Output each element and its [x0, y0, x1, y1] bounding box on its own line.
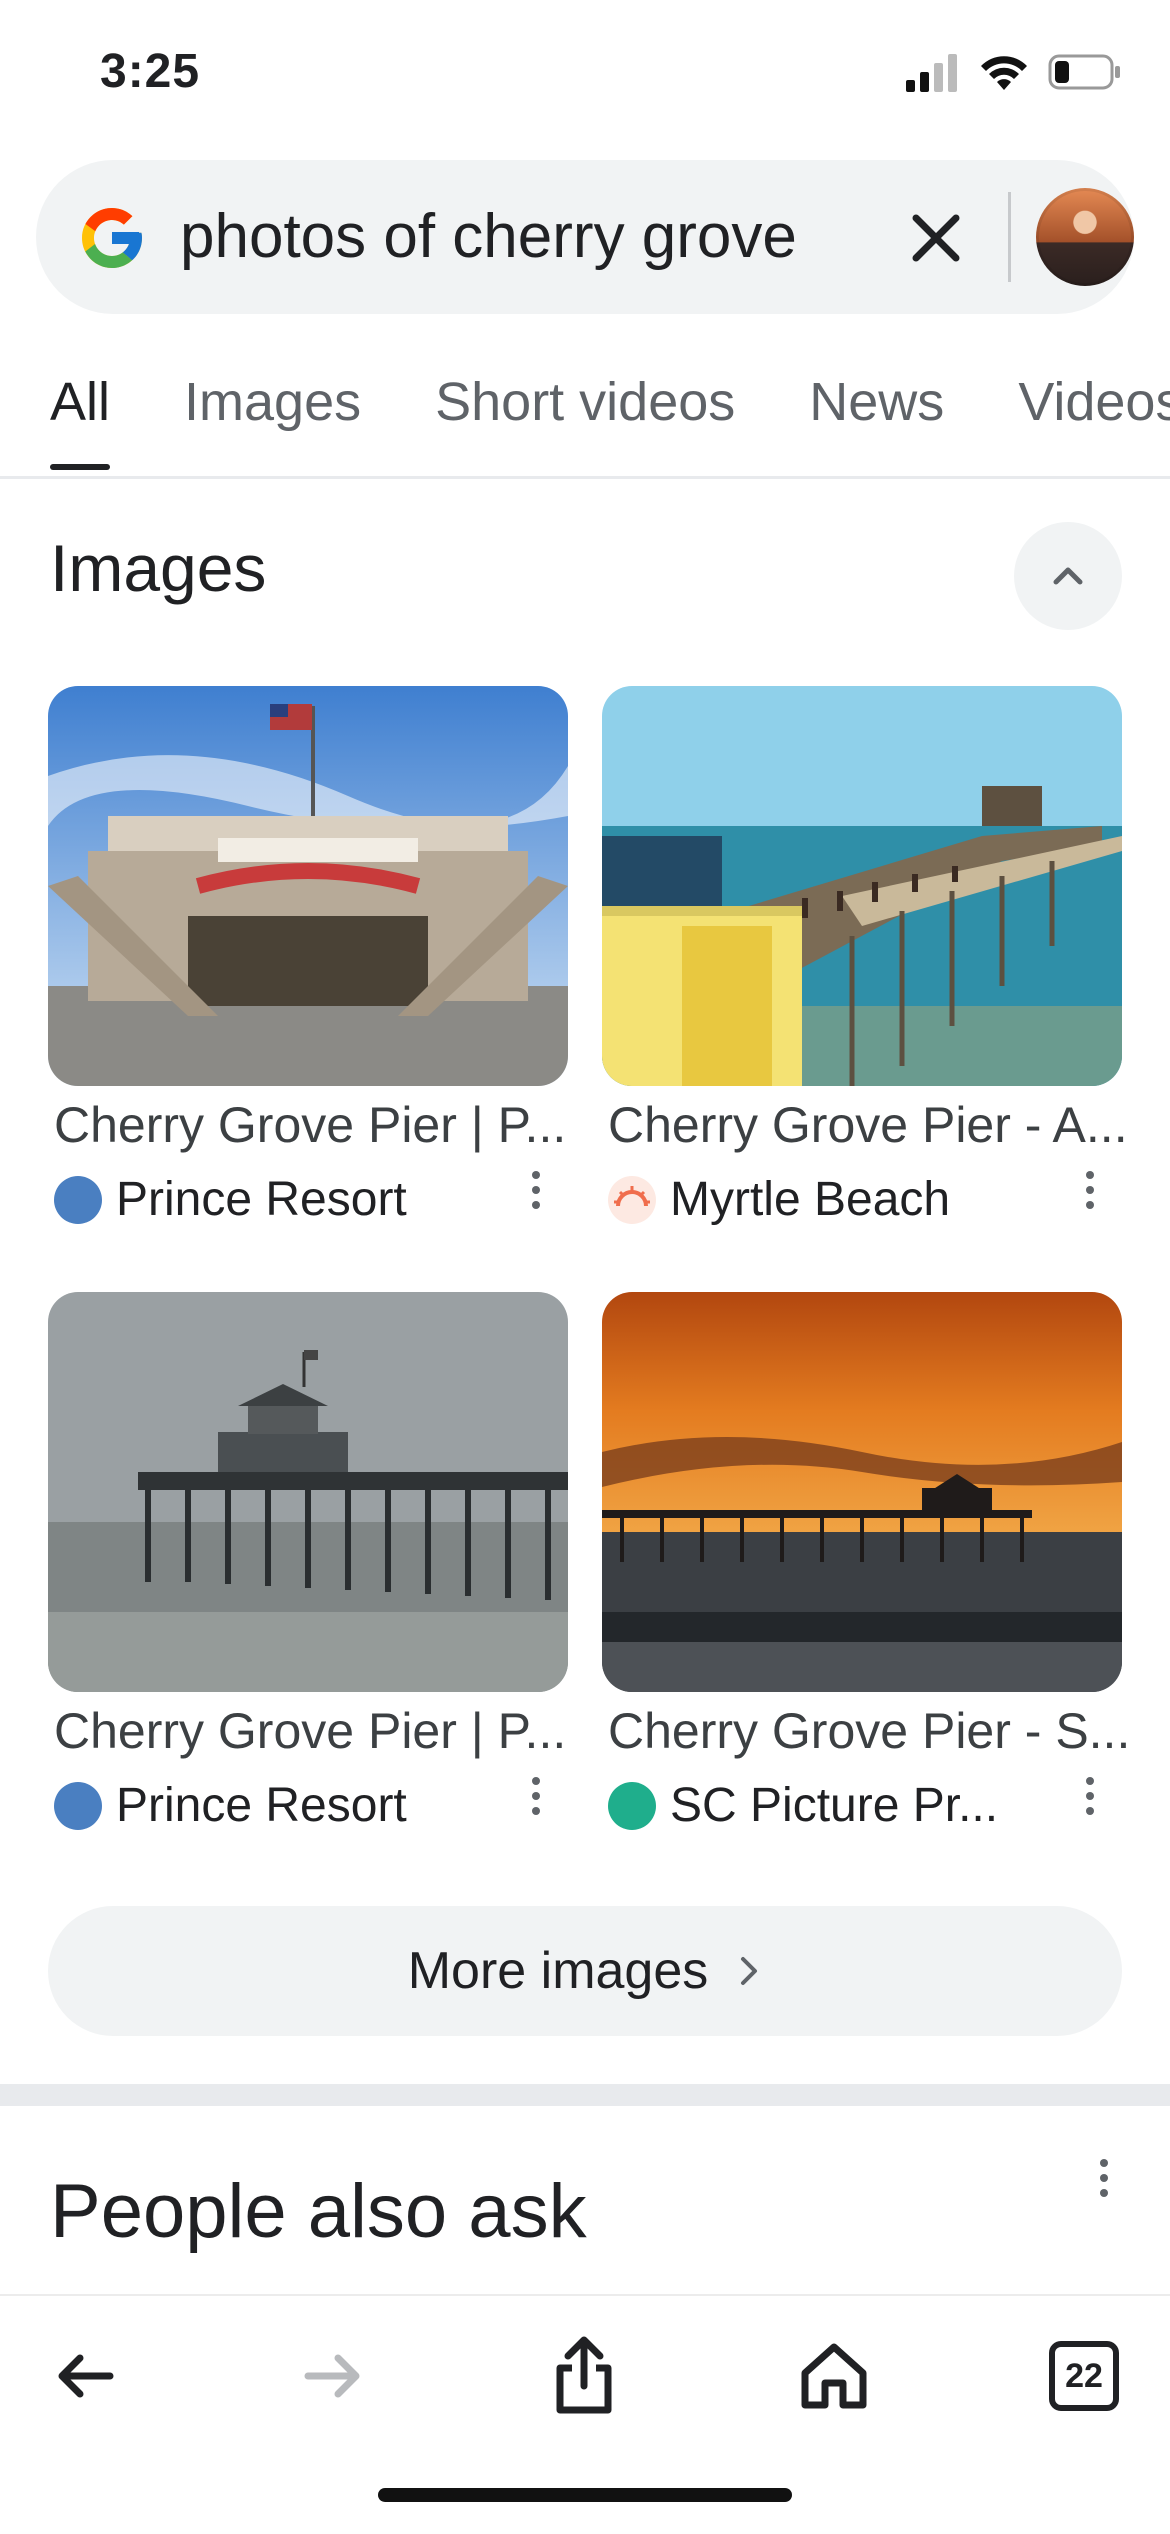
more-images-button[interactable]: More images	[48, 1906, 1122, 2036]
image-result-thumbnail[interactable]	[602, 686, 1122, 1086]
search-divider	[1008, 192, 1011, 282]
tab-news[interactable]: News	[809, 360, 944, 460]
more-options-button[interactable]	[1070, 1160, 1110, 1220]
battery-icon	[1048, 54, 1120, 90]
image-caption[interactable]: Cherry Grove Pier - A...	[608, 1096, 1128, 1154]
more-options-button[interactable]	[516, 1160, 556, 1220]
status-time: 3:25	[100, 45, 201, 98]
sc-picture-favicon-icon	[608, 1781, 656, 1830]
people-also-ask-options-button[interactable]	[1084, 2148, 1124, 2208]
home-button[interactable]	[784, 2326, 884, 2426]
more-options-button[interactable]	[1070, 1766, 1110, 1826]
close-icon	[912, 214, 960, 262]
clear-search-button[interactable]	[898, 200, 974, 276]
chevron-up-icon	[1053, 567, 1083, 585]
search-input[interactable]: photos of cherry grove	[180, 160, 870, 314]
account-avatar[interactable]	[1036, 188, 1134, 286]
share-icon	[556, 2336, 612, 2414]
image-result-thumbnail[interactable]	[602, 1292, 1122, 1692]
image-source-label: SC Picture Pr...	[670, 1779, 999, 1832]
home-icon	[801, 2343, 867, 2409]
prince-resort-favicon-icon	[54, 1781, 102, 1830]
more-images-label: More images	[407, 1942, 709, 2000]
more-options-button[interactable]	[516, 1766, 556, 1826]
image-result-thumbnail[interactable]	[48, 686, 568, 1086]
home-indicator	[378, 2488, 792, 2502]
image-source-label: Prince Resort	[116, 1779, 407, 1832]
pier-building-photo	[48, 686, 568, 1086]
collapse-images-button[interactable]	[1014, 522, 1122, 630]
myrtle-beach-favicon-icon	[608, 1175, 656, 1224]
pier-yellow-building-photo	[602, 686, 1122, 1086]
chevron-right-icon	[741, 1957, 758, 1985]
image-source-label: Myrtle Beach	[670, 1173, 951, 1226]
image-caption[interactable]: Cherry Grove Pier - S...	[608, 1702, 1130, 1760]
cellular-signal-icon	[906, 54, 957, 92]
section-separator	[0, 2084, 1170, 2106]
arrow-left-icon	[58, 2354, 114, 2398]
image-caption[interactable]: Cherry Grove Pier | P...	[54, 1702, 566, 1760]
search-tabs: All Images Short videos News Videos	[50, 360, 1170, 470]
prince-resort-favicon-icon	[54, 1175, 102, 1224]
arrow-right-icon	[304, 2354, 360, 2398]
status-icons	[904, 52, 1122, 92]
tabs-divider	[0, 476, 1170, 479]
tabs-icon: 22	[1049, 2341, 1119, 2411]
tab-switcher-button[interactable]: 22	[1034, 2326, 1134, 2426]
image-source[interactable]: Prince Resort	[54, 1172, 407, 1227]
back-button[interactable]	[34, 2326, 134, 2426]
search-text-fade	[806, 180, 876, 294]
grey-pier-photo	[48, 1292, 568, 1692]
tab-count: 22	[1065, 2356, 1103, 2395]
search-bar[interactable]: photos of cherry grove	[36, 160, 1134, 314]
tab-images[interactable]: Images	[184, 360, 361, 460]
tab-all[interactable]: All	[50, 360, 111, 470]
wifi-icon	[981, 56, 1027, 90]
image-source[interactable]: Prince Resort	[54, 1778, 407, 1833]
image-source[interactable]: Myrtle Beach	[608, 1172, 950, 1227]
sunset-pier-photo	[602, 1292, 1122, 1692]
tab-short-videos[interactable]: Short videos	[435, 360, 735, 460]
forward-button[interactable]	[284, 2326, 384, 2426]
image-source-label: Prince Resort	[116, 1173, 407, 1226]
google-g-icon	[82, 208, 142, 268]
image-source[interactable]: SC Picture Pr...	[608, 1778, 998, 1833]
images-section-title: Images	[50, 531, 267, 605]
image-caption[interactable]: Cherry Grove Pier | P...	[54, 1096, 566, 1154]
people-also-ask-title: People also ask	[50, 2169, 587, 2254]
share-button[interactable]	[534, 2326, 634, 2426]
image-result-thumbnail[interactable]	[48, 1292, 568, 1692]
tab-videos[interactable]: Videos	[1018, 360, 1170, 460]
